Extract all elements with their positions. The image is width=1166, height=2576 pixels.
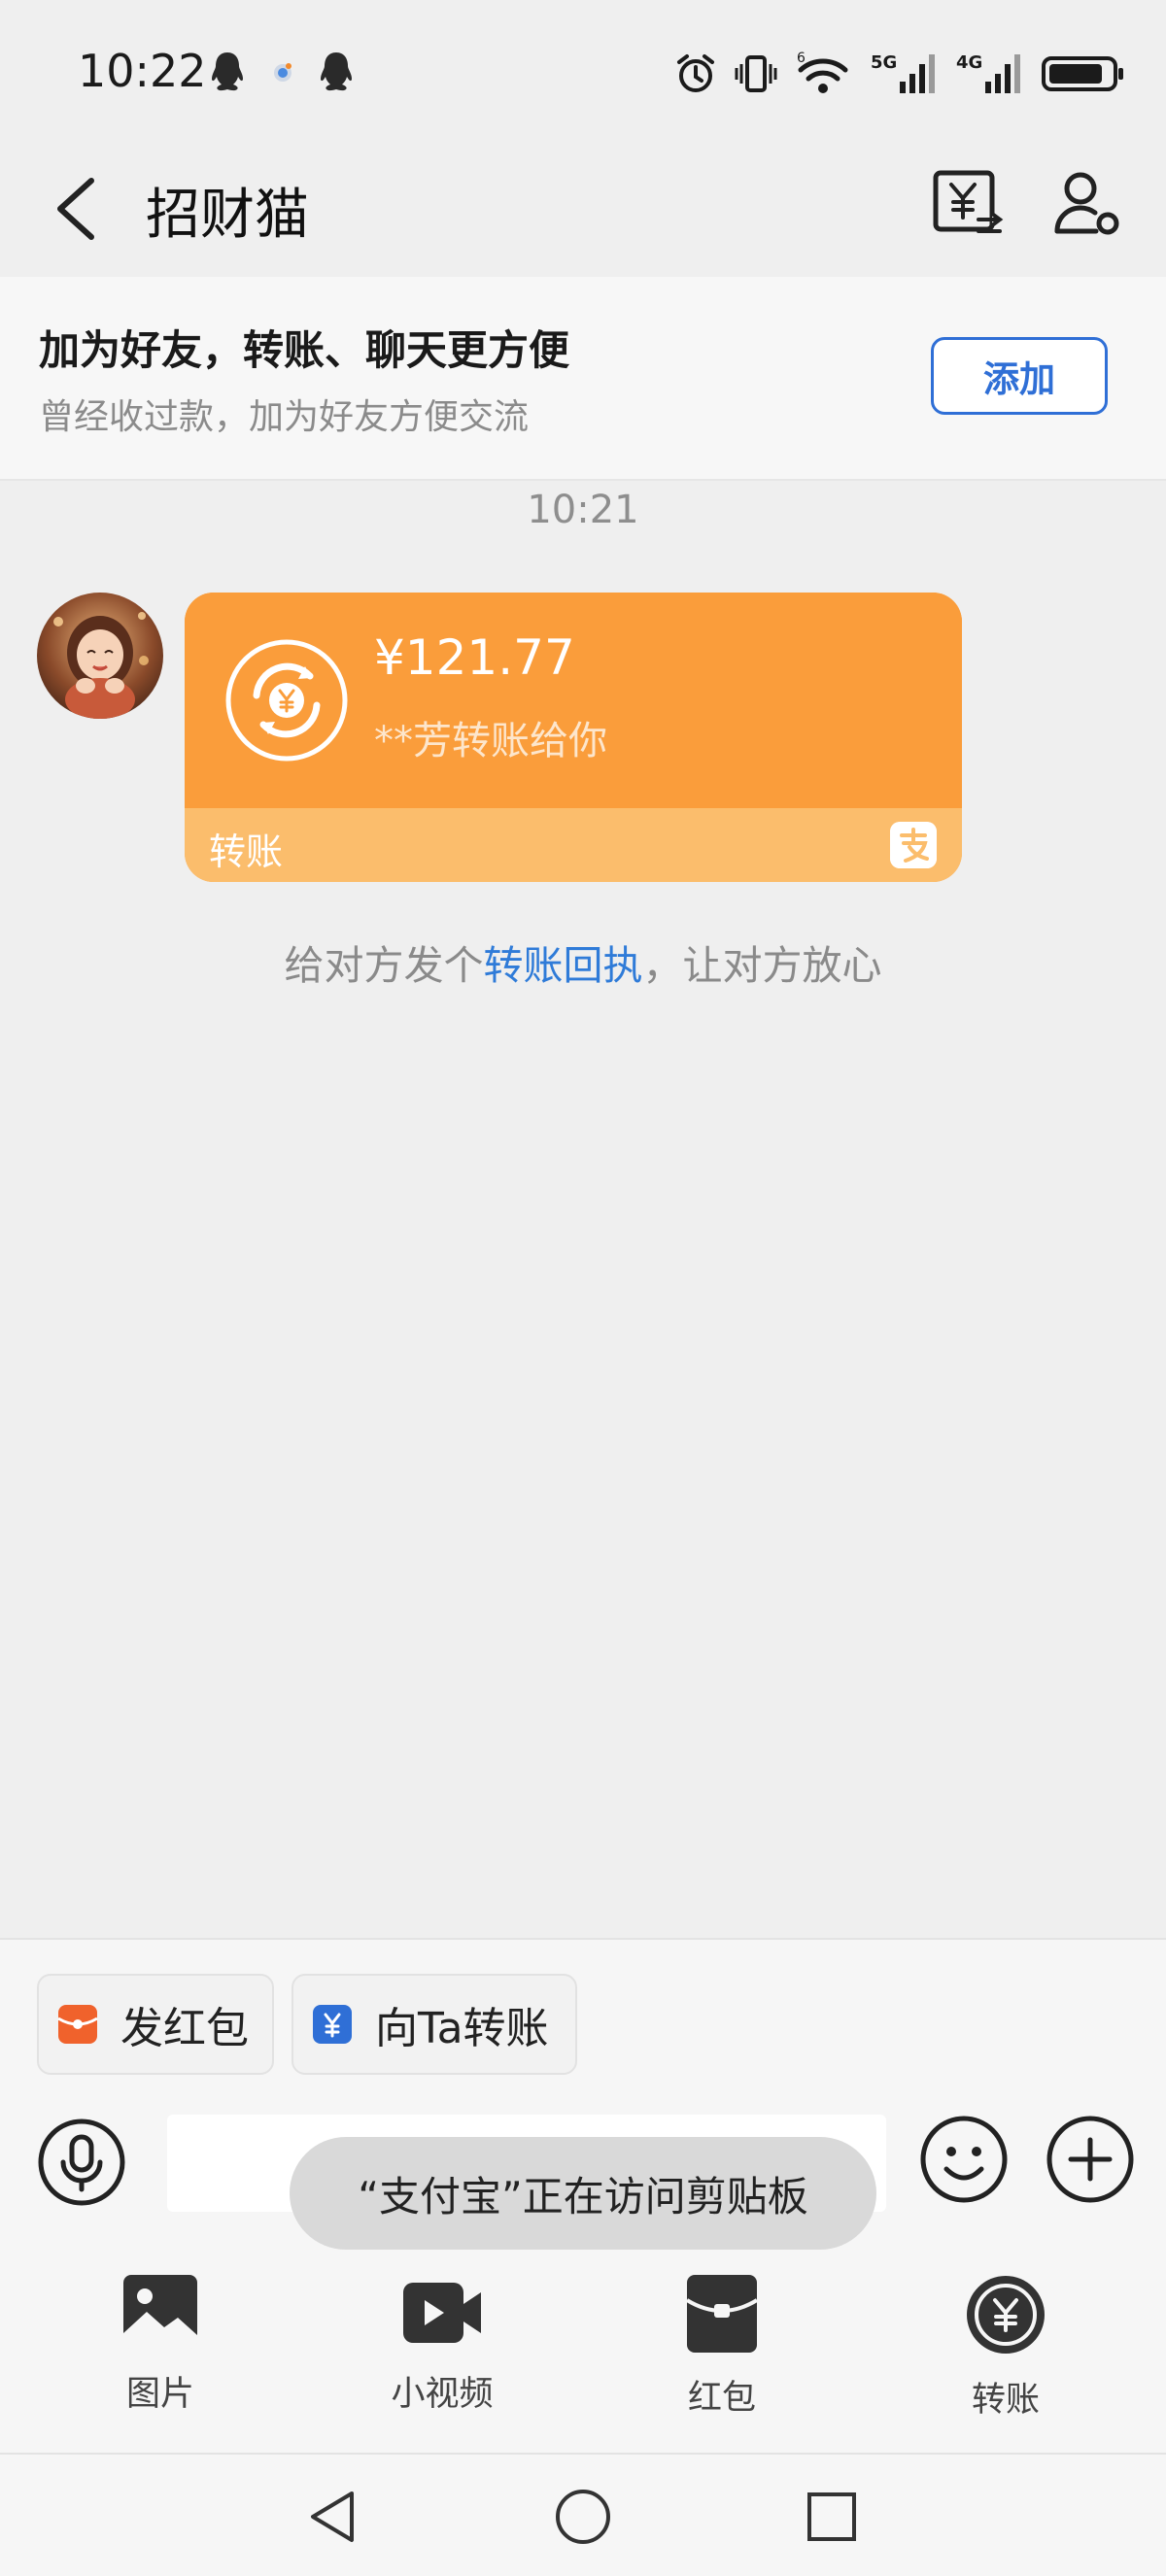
- nav-recents-icon[interactable]: [801, 2486, 863, 2548]
- alarm-icon: [677, 54, 714, 92]
- transfer-amount: ¥121.77: [374, 629, 575, 686]
- receipt-tip-prefix: 给对方发个: [284, 942, 484, 989]
- transfer-message-card[interactable]: ¥121.77 **芳转账给你 转账: [185, 593, 962, 882]
- transfer-label: 转账: [209, 830, 284, 873]
- network-5g-label: 5G: [871, 52, 897, 73]
- yuan-transfer-icon[interactable]: [928, 163, 1006, 241]
- transfer-card-footer: 转账: [185, 808, 962, 882]
- contact-settings-icon[interactable]: [1049, 163, 1127, 241]
- qq-icon: [321, 52, 352, 91]
- nav-back-icon[interactable]: [303, 2486, 365, 2548]
- transfer-to-ta-label: 向Ta转账: [375, 2004, 549, 2053]
- network-4g-label: 4G: [956, 52, 982, 73]
- notification-icon: [274, 63, 292, 82]
- receipt-tip: 给对方发个转账回执，让对方放心: [0, 932, 1166, 991]
- qq-icon: [212, 52, 243, 91]
- tool-image-label: 图片: [125, 2375, 194, 2414]
- transfer-description: **芳转账给你: [374, 719, 607, 763]
- banner-subtitle: 曾经收过款，加为好友方便交流: [39, 397, 530, 437]
- yuan-transfer-icon: [313, 2005, 352, 2044]
- image-icon: [123, 2275, 197, 2349]
- yuan-transfer-icon: [967, 2276, 1045, 2354]
- battery-icon: [1042, 56, 1123, 91]
- send-red-packet-chip[interactable]: 发红包: [37, 1974, 274, 2075]
- message-timestamp: 10:21: [527, 488, 639, 532]
- receipt-link[interactable]: 转账回执: [484, 942, 643, 989]
- microphone-icon[interactable]: [37, 2118, 126, 2207]
- back-icon[interactable]: [51, 175, 109, 243]
- red-packet-icon: [685, 2275, 759, 2353]
- transfer-to-ta-chip[interactable]: 向Ta转账: [292, 1974, 577, 2075]
- nav-home-icon[interactable]: [552, 2486, 614, 2548]
- add-friend-button[interactable]: 添加: [931, 337, 1108, 415]
- tool-image[interactable]: 图片: [83, 2273, 238, 2416]
- avatar[interactable]: [37, 593, 163, 719]
- banner-title: 加为好友，转账、聊天更方便: [39, 326, 570, 374]
- yuan-cycle-icon: [225, 639, 348, 762]
- status-bar: 10:22 6 5G 4G: [0, 0, 1166, 146]
- wifi-icon: 6: [797, 51, 848, 93]
- status-icons: 6 5G 4G: [674, 49, 1125, 99]
- tool-transfer-label: 转账: [971, 2381, 1040, 2420]
- video-icon: [403, 2283, 481, 2343]
- send-red-packet-label: 发红包: [120, 2004, 249, 2053]
- alipay-icon: [890, 822, 937, 868]
- transfer-card-body: ¥121.77 **芳转账给你: [185, 593, 962, 808]
- tool-red-packet[interactable]: 红包: [644, 2273, 800, 2420]
- tool-video[interactable]: 小视频: [364, 2273, 520, 2416]
- receipt-tip-suffix: ，让对方放心: [642, 942, 882, 989]
- system-nav-bar: [0, 2453, 1166, 2576]
- status-time: 10:22: [78, 45, 207, 97]
- signal-5g-icon: 5G: [871, 52, 935, 93]
- alipay-chat-screen: 10:22 6 5G 4G 招财猫 加为好友，转账、聊天更方便 曾经收过款，加为…: [0, 0, 1166, 2576]
- tool-transfer[interactable]: 转账: [928, 2273, 1083, 2422]
- tool-video-label: 小视频: [391, 2375, 494, 2414]
- vibrate-icon: [735, 55, 777, 92]
- chat-header: 招财猫: [0, 146, 1166, 277]
- clipboard-toast: “支付宝”正在访问剪贴板: [290, 2137, 876, 2250]
- signal-4g-icon: 4G: [956, 52, 1020, 93]
- wifi-badge: 6: [797, 51, 806, 66]
- emoji-icon[interactable]: [919, 2115, 1009, 2204]
- red-packet-icon: [57, 2005, 98, 2044]
- tool-red-packet-label: 红包: [687, 2379, 756, 2418]
- chat-title: 招财猫: [146, 184, 309, 247]
- plus-icon[interactable]: [1046, 2115, 1135, 2204]
- add-friend-banner: 加为好友，转账、聊天更方便 曾经收过款，加为好友方便交流 添加: [0, 277, 1166, 481]
